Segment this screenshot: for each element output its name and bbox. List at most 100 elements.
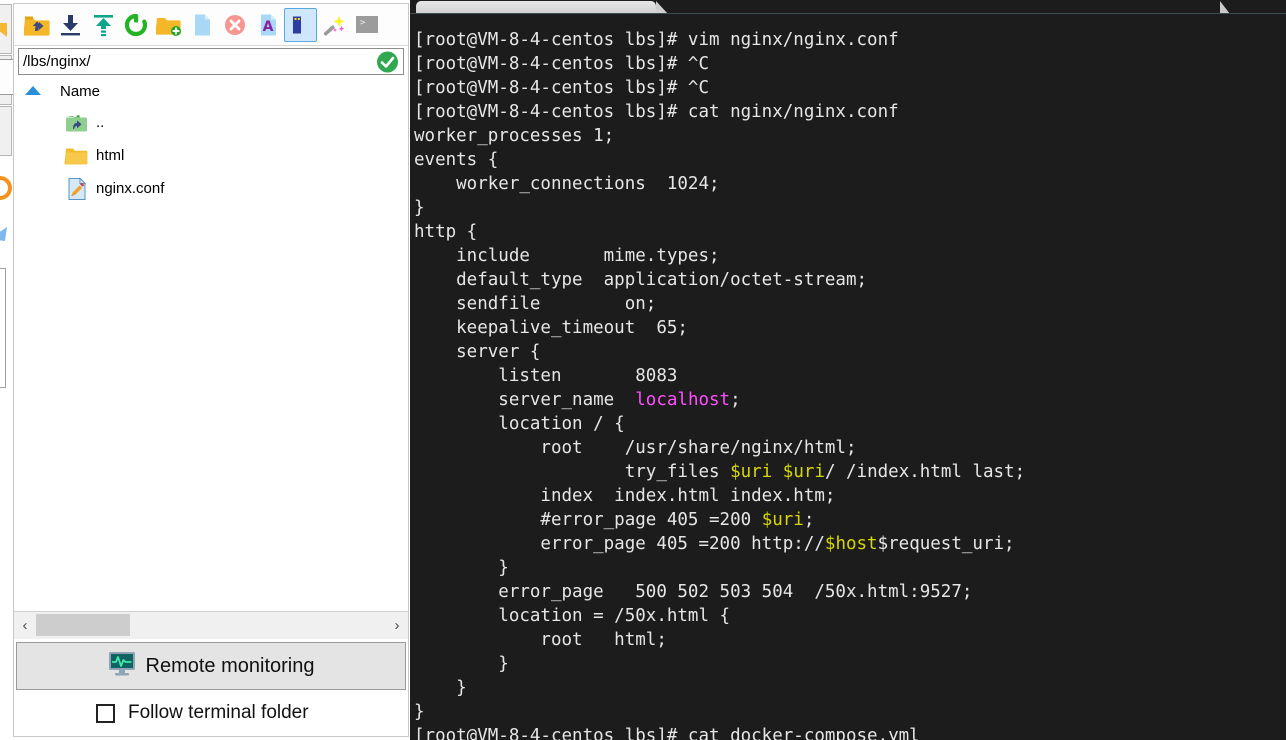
rail-button-3[interactable]	[0, 106, 12, 241]
terminal-output[interactable]: [root@VM-8-4-centos lbs]# vim nginx/ngin…	[410, 14, 1286, 740]
delete-icon[interactable]	[218, 8, 251, 42]
orange-circle-icon[interactable]	[0, 176, 12, 200]
remote-monitoring-label: Remote monitoring	[145, 654, 315, 677]
terminal-line: server_name localhost;	[414, 388, 1286, 412]
terminal-text: worker_connections 1024;	[414, 174, 720, 194]
terminal-text: keepalive_timeout 65;	[414, 318, 688, 338]
terminal-text: server {	[414, 342, 541, 362]
terminal-line: include mime.types;	[414, 244, 1286, 268]
go-up-folder-icon[interactable]	[20, 8, 53, 42]
terminal-line: [root@VM-8-4-centos lbs]# ^C	[414, 76, 1286, 100]
terminal-line: events {	[414, 148, 1286, 172]
terminal-line: worker_processes 1;	[414, 124, 1286, 148]
terminal-line: [root@VM-8-4-centos lbs]# ^C	[414, 52, 1286, 76]
terminal-text: $request_uri;	[877, 534, 1015, 554]
terminal-text: $uri	[730, 462, 773, 482]
list-item[interactable]: html	[14, 139, 408, 172]
terminal-text: [root@VM-8-4-centos lbs]# cat docker-com…	[414, 726, 920, 740]
list-item[interactable]: nginx.conf	[14, 172, 408, 205]
terminal-text: default_type application/octet-stream;	[414, 270, 868, 290]
terminal-line: default_type application/octet-stream;	[414, 268, 1286, 292]
svg-text:A: A	[262, 19, 273, 35]
horizontal-scrollbar[interactable]: ‹ ›	[14, 611, 408, 639]
terminal-text: error_page 500 502 503 504 /50x.html:952…	[414, 582, 973, 602]
yellow-arrow-icon	[0, 19, 9, 41]
path-input[interactable]	[19, 49, 403, 74]
terminal-line: root /usr/share/nginx/html;	[414, 436, 1286, 460]
follow-terminal-folder-row[interactable]: Follow terminal folder	[14, 690, 408, 736]
check-circle-icon[interactable]	[377, 51, 398, 72]
terminal-line: keepalive_timeout 65;	[414, 316, 1286, 340]
monitor-waveform-icon	[108, 651, 136, 682]
rail-mini-panel	[0, 59, 14, 95]
rename-icon[interactable]: A	[251, 8, 284, 42]
terminal-text: }	[414, 654, 509, 674]
terminal-line: error_page 405 =200 http://$host$request…	[414, 532, 1286, 556]
terminal-line: worker_connections 1024;	[414, 172, 1286, 196]
list-item[interactable]: ..	[14, 106, 408, 139]
terminal-text: sendfile on;	[414, 294, 657, 314]
terminal-text: error_page 405 =200 http://	[414, 534, 825, 554]
column-header-name: Name	[60, 82, 101, 100]
terminal-text: #error_page 405 =200	[414, 510, 762, 530]
terminal-text: $uri	[782, 462, 825, 482]
list-item-label: html	[96, 147, 125, 164]
terminal-text: server_name	[414, 390, 636, 410]
terminal-line: [root@VM-8-4-centos lbs]# vim nginx/ngin…	[414, 28, 1286, 52]
file-browser-panel: A > /lbs/nginx/ Name .. html nginx.conf …	[13, 3, 409, 737]
magic-wand-icon[interactable]	[317, 8, 350, 42]
terminal-line: location / {	[414, 412, 1286, 436]
list-item-label: ..	[96, 114, 105, 131]
scrollbar-track[interactable]	[36, 613, 386, 638]
text-file-icon	[64, 176, 90, 201]
terminal-line: #error_page 405 =200 $uri;	[414, 508, 1286, 532]
scroll-left-arrow-icon[interactable]: ‹	[14, 613, 36, 638]
follow-terminal-folder-label: Follow terminal folder	[128, 702, 309, 723]
upload-icon[interactable]	[86, 8, 119, 42]
terminal-line: error_page 500 502 503 504 /50x.html:952…	[414, 580, 1286, 604]
rail-lower-panel	[0, 268, 6, 388]
new-folder-icon[interactable]	[152, 8, 185, 42]
properties-icon[interactable]	[284, 7, 317, 42]
terminal-line: sendfile on;	[414, 292, 1286, 316]
download-icon[interactable]	[53, 8, 86, 42]
terminal-line: }	[414, 196, 1286, 220]
terminal-line: server {	[414, 340, 1286, 364]
terminal-text: }	[414, 678, 467, 698]
terminal-text: http {	[414, 222, 478, 242]
rail-button-1[interactable]	[0, 4, 12, 54]
terminal-text: ;	[730, 390, 741, 410]
open-terminal-icon[interactable]: >	[350, 8, 383, 42]
blue-arrow-icon	[0, 223, 9, 245]
terminal-tab-bar[interactable]	[410, 0, 1286, 14]
file-list-header[interactable]: Name	[14, 78, 408, 104]
path-bar[interactable]	[18, 48, 404, 75]
terminal-line: listen 8083	[414, 364, 1286, 388]
scrollbar-thumb[interactable]	[36, 614, 130, 636]
terminal-line: location = /50x.html {	[414, 604, 1286, 628]
terminal-text: / /index.html last;	[824, 462, 1026, 482]
terminal-line: [root@VM-8-4-centos lbs]# cat nginx/ngin…	[414, 100, 1286, 124]
terminal-text: localhost	[635, 390, 731, 410]
folder-icon	[64, 144, 90, 168]
terminal-text: events {	[414, 150, 499, 170]
remote-monitoring-button[interactable]: Remote monitoring	[16, 642, 406, 690]
terminal-text: $host	[824, 534, 878, 554]
follow-terminal-folder-checkbox[interactable]	[96, 703, 115, 723]
terminal-text: root html;	[414, 630, 667, 650]
terminal-line: }	[414, 556, 1286, 580]
terminal-text: [root@VM-8-4-centos lbs]# cat nginx/ngin…	[414, 102, 899, 122]
terminal-line: }	[414, 700, 1286, 724]
refresh-icon[interactable]	[119, 8, 152, 42]
terminal-line: root html;	[414, 628, 1286, 652]
sort-ascending-icon[interactable]	[24, 84, 42, 98]
terminal-text: [root@VM-8-4-centos lbs]# ^C	[414, 54, 710, 74]
new-file-icon[interactable]	[185, 8, 218, 42]
scroll-right-arrow-icon[interactable]: ›	[386, 613, 408, 638]
terminal-line: index index.html index.htm;	[414, 484, 1286, 508]
file-toolbar: A >	[14, 4, 408, 46]
terminal-text: listen 8083	[414, 366, 678, 386]
terminal-line: }	[414, 676, 1286, 700]
terminal-text: ;	[803, 510, 815, 530]
